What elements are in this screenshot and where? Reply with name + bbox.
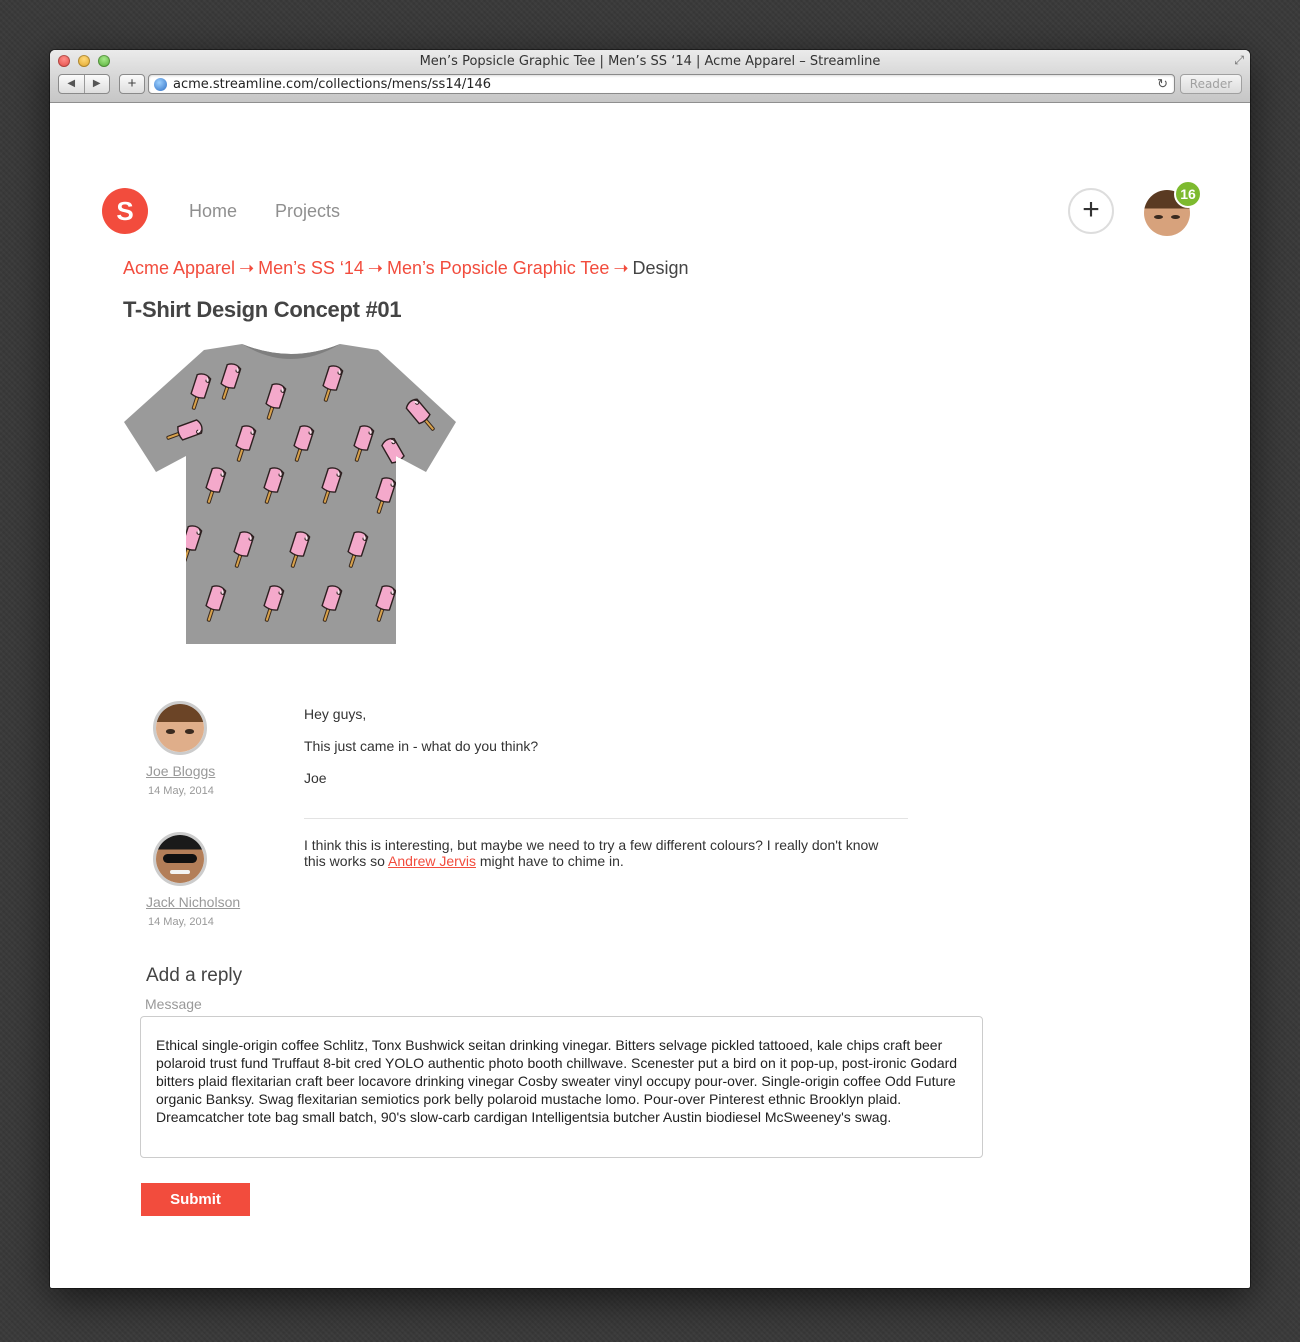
comment-date: 14 May, 2014 (148, 916, 214, 928)
avatar (156, 704, 204, 752)
breadcrumb-arrow-icon: ➝ (239, 258, 255, 278)
breadcrumb-arrow-icon: ➝ (613, 258, 629, 278)
page-content: S Home Projects + 16 Acme Apparel ➝ Men’s … (50, 104, 1250, 1288)
submit-button[interactable]: Submit (141, 1183, 250, 1216)
back-button[interactable]: ◀ (59, 75, 85, 93)
nav-home-link[interactable]: Home (189, 201, 237, 222)
tshirt-design-image[interactable] (124, 344, 458, 648)
reply-heading: Add a reply (146, 965, 243, 986)
browser-titlebar: Men’s Popsicle Graphic Tee | Men’s SS ‘1… (50, 50, 1250, 103)
comment-divider (304, 818, 908, 819)
comment-paragraph: This just came in - what do you think? (304, 738, 539, 754)
comment-author-link[interactable]: Jack Nicholson (146, 894, 240, 910)
avatar (156, 835, 204, 883)
address-bar[interactable]: acme.streamline.com/collections/mens/ss1… (148, 74, 1175, 94)
history-nav: ◀ ▶ (58, 74, 110, 94)
browser-window: Men’s Popsicle Graphic Tee | Men’s SS ‘1… (50, 50, 1250, 1288)
globe-icon (154, 77, 167, 91)
page-title: T-Shirt Design Concept #01 (123, 297, 402, 322)
comment-date: 14 May, 2014 (148, 785, 214, 797)
app-logo[interactable]: S (102, 188, 148, 234)
nav-projects-link[interactable]: Projects (275, 201, 340, 222)
breadcrumb-arrow-icon: ➝ (367, 258, 383, 278)
new-item-button[interactable]: + (1068, 188, 1114, 234)
message-textarea[interactable]: Ethical single-origin coffee Schlitz, To… (140, 1016, 983, 1158)
comment-author-link[interactable]: Joe Bloggs (146, 763, 215, 779)
fullscreen-icon[interactable]: ⤢ (1234, 53, 1244, 68)
breadcrumb-link-product[interactable]: Men’s Popsicle Graphic Tee (387, 258, 609, 278)
breadcrumb-link-collection[interactable]: Men’s SS ‘14 (258, 258, 364, 278)
user-avatar[interactable]: 16 (1144, 180, 1202, 236)
reload-icon[interactable]: ↻ (1157, 76, 1168, 92)
window-title: Men’s Popsicle Graphic Tee | Men’s SS ‘1… (419, 54, 881, 69)
comment-body: I think this is interesting, but maybe w… (304, 837, 894, 869)
breadcrumb-current: Design (632, 258, 689, 278)
main-nav: Home Projects (189, 201, 340, 222)
notification-badge[interactable]: 16 (1174, 180, 1202, 208)
comment-author-avatar[interactable] (153, 832, 207, 886)
url-text[interactable]: acme.streamline.com/collections/mens/ss1… (173, 77, 1157, 92)
comment-text: might have to chime in. (475, 853, 624, 869)
comment-paragraph: Joe (304, 770, 327, 786)
comment-paragraph: Hey guys, (304, 706, 367, 722)
comment-author-avatar[interactable] (153, 701, 207, 755)
breadcrumb: Acme Apparel ➝ Men’s SS ‘14 ➝ Men’s Popsicle… (123, 258, 689, 279)
mention-link[interactable]: Andrew Jervis (388, 853, 476, 869)
message-label: Message (145, 996, 202, 1012)
breadcrumb-link-client[interactable]: Acme Apparel (123, 258, 235, 278)
comment-body: Hey guys, This just came in - what do yo… (304, 706, 906, 802)
add-bookmark-button[interactable]: + (119, 74, 145, 94)
forward-button[interactable]: ▶ (85, 75, 110, 93)
reader-button[interactable]: Reader (1180, 74, 1242, 94)
